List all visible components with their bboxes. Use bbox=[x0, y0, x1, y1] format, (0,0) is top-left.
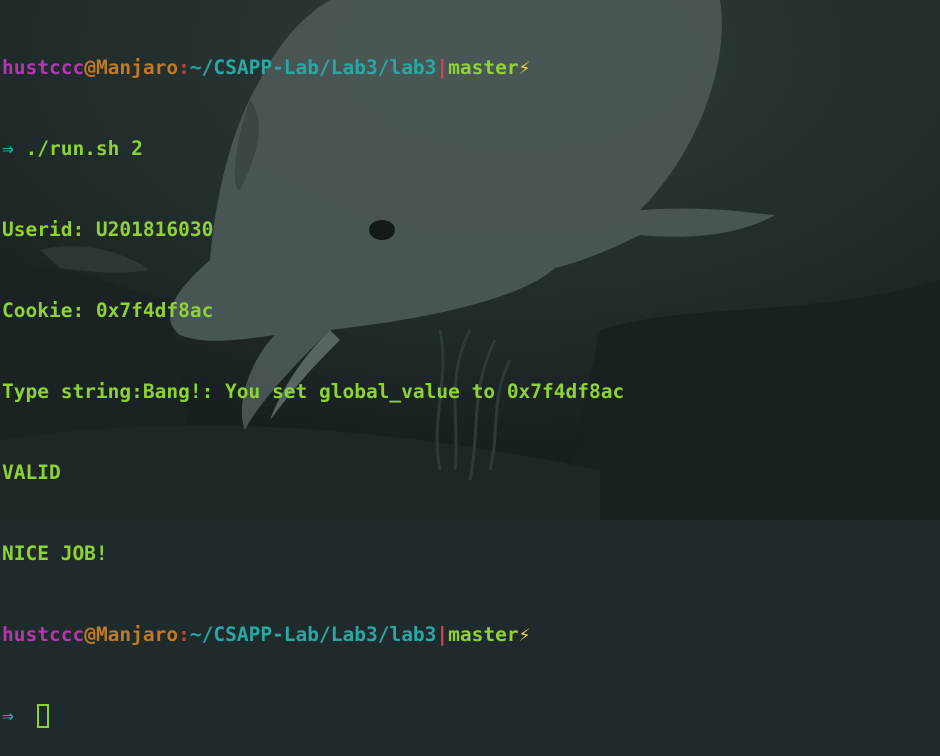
output-type-string: Type string:Bang!: You set global_value … bbox=[2, 380, 625, 403]
lightning-icon: ⚡ bbox=[518, 623, 531, 646]
terminal-output[interactable]: hustccc@Manjaro:~/CSAPP-Lab/Lab3/lab3|ma… bbox=[2, 0, 938, 756]
prompt-line-1: hustccc@Manjaro:~/CSAPP-Lab/Lab3/lab3|ma… bbox=[2, 54, 938, 81]
command-line: ⇒ ./run.sh 2 bbox=[2, 135, 938, 162]
prompt-host: Manjaro bbox=[95, 56, 179, 79]
prompt-separator: | bbox=[436, 56, 449, 79]
text-cursor[interactable] bbox=[37, 704, 50, 728]
prompt-path: ~/CSAPP-Lab/Lab3/lab3 bbox=[189, 56, 437, 79]
output-nice-job: NICE JOB! bbox=[2, 542, 108, 565]
prompt-colon: : bbox=[178, 56, 190, 79]
output-valid: VALID bbox=[2, 461, 61, 484]
command-text: ./run.sh 2 bbox=[13, 137, 143, 160]
prompt-arrow-icon: ⇒ bbox=[2, 137, 14, 160]
output-cookie: Cookie: 0x7f4df8ac bbox=[2, 299, 214, 322]
prompt-branch: master bbox=[448, 623, 519, 646]
prompt-colon: : bbox=[178, 623, 190, 646]
input-line[interactable]: ⇒ bbox=[2, 702, 938, 729]
prompt-separator: | bbox=[436, 623, 449, 646]
prompt-at: @ bbox=[84, 56, 96, 79]
prompt-path: ~/CSAPP-Lab/Lab3/lab3 bbox=[189, 623, 437, 646]
prompt-user: hustccc bbox=[2, 56, 85, 79]
lightning-icon: ⚡ bbox=[518, 56, 531, 79]
prompt-user: hustccc bbox=[2, 623, 85, 646]
prompt-host: Manjaro bbox=[95, 623, 179, 646]
prompt-branch: master bbox=[448, 56, 519, 79]
output-userid: Userid: U201816030 bbox=[2, 218, 214, 241]
prompt-at: @ bbox=[84, 623, 96, 646]
prompt-arrow-icon: ⇒ bbox=[2, 704, 14, 727]
prompt-line-2: hustccc@Manjaro:~/CSAPP-Lab/Lab3/lab3|ma… bbox=[2, 621, 938, 648]
